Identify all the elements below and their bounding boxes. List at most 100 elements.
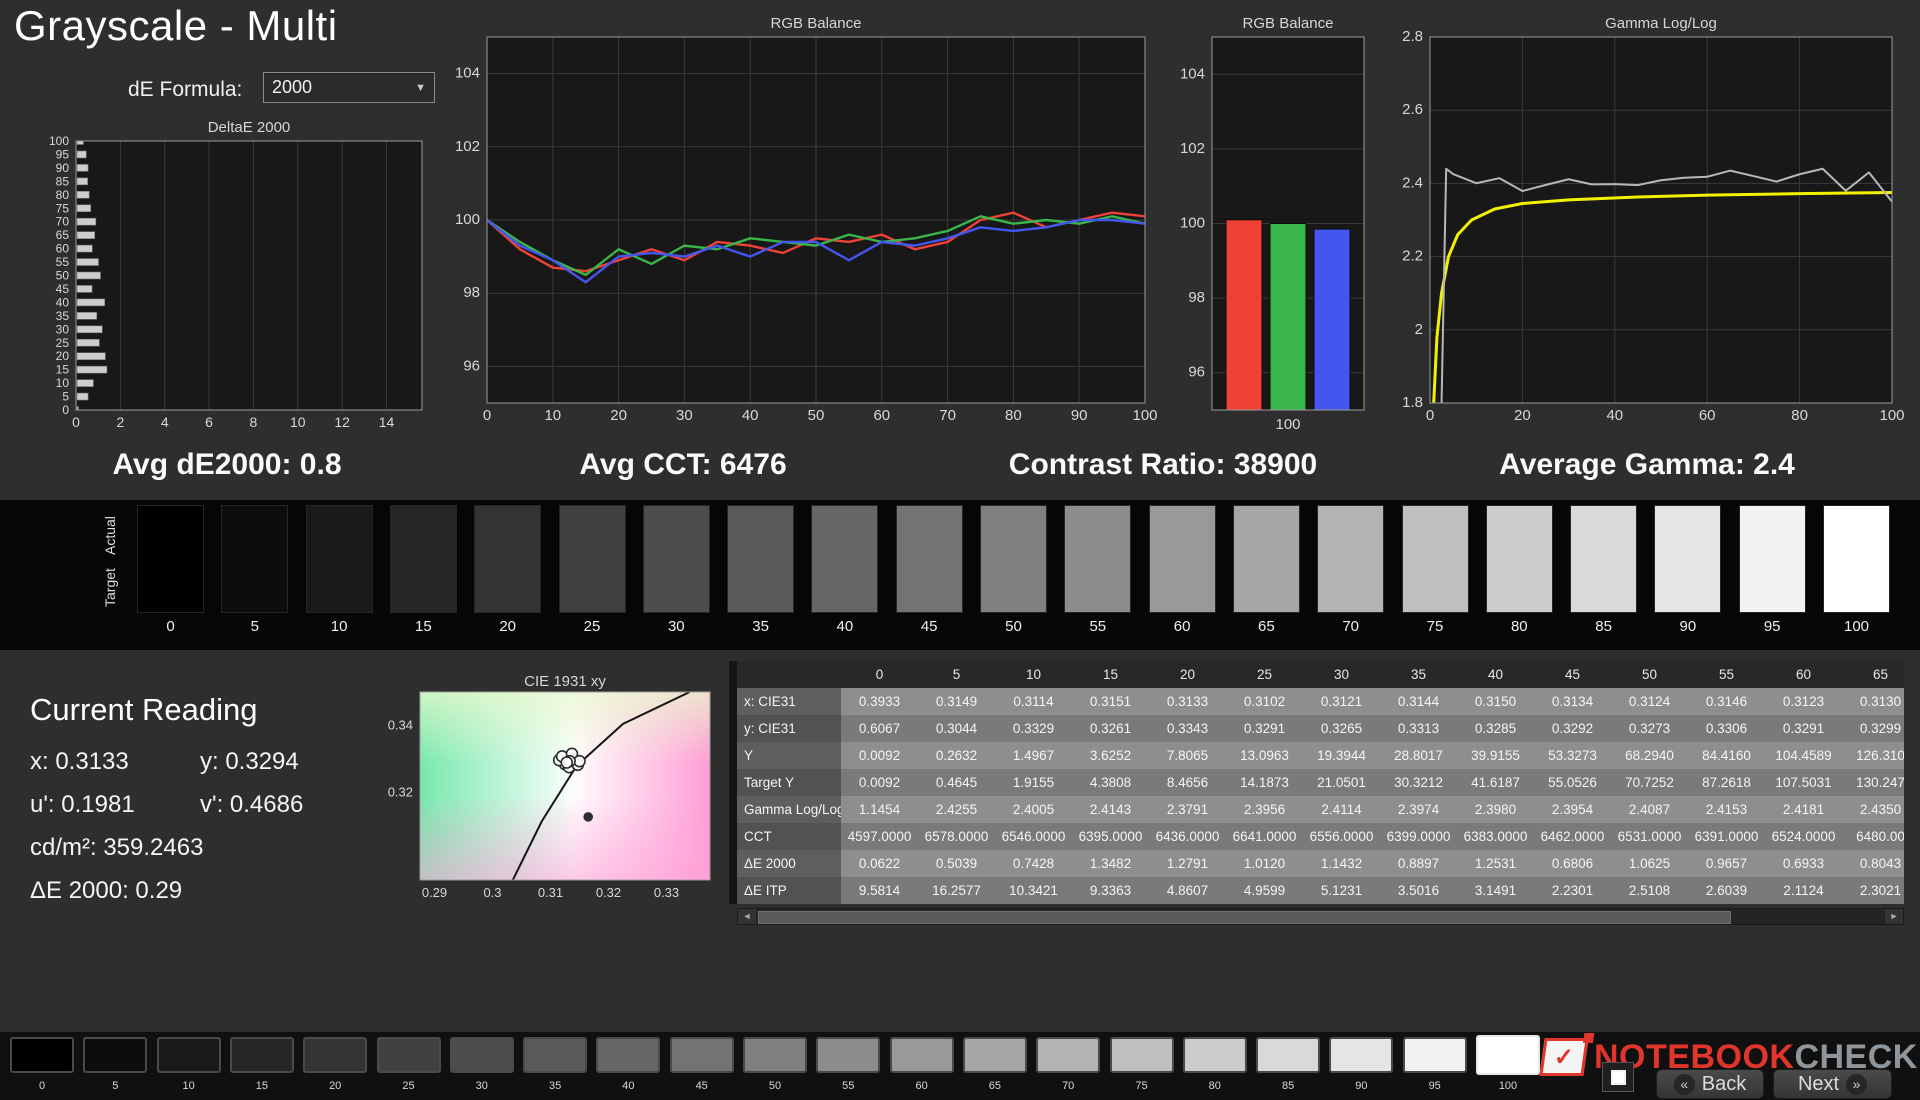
svg-text:100: 100 <box>1132 407 1157 424</box>
footer-patch-65[interactable] <box>962 1037 1027 1073</box>
footer-patch-30[interactable] <box>449 1037 514 1073</box>
measurement-table: 0 5 10 15 20 25 30 35 40 45 50 55 60 65 x: CIE31 0.3933… <box>729 661 1904 927</box>
de-formula-select[interactable]: 2000 ▼ <box>263 72 435 103</box>
scroll-left-icon[interactable]: ◄ <box>738 909 756 924</box>
ramp-patch-0 <box>137 505 204 613</box>
cell: 6578.0000 <box>918 823 995 850</box>
svg-text:15: 15 <box>56 363 70 377</box>
current-reading-title: Current Reading <box>30 692 258 727</box>
table-body: 0 5 10 15 20 25 30 35 40 45 50 55 60 65 x: CIE31 0.3933… <box>737 661 1904 904</box>
svg-text:100: 100 <box>1879 407 1904 424</box>
ramp-patch-80 <box>1485 505 1553 613</box>
table-left-grip <box>729 661 737 904</box>
svg-text:25: 25 <box>56 336 70 350</box>
back-button[interactable]: « Back <box>1656 1069 1764 1099</box>
cell: 6383.0000 <box>1457 823 1534 850</box>
cell: 2.3974 <box>1380 796 1457 823</box>
footer-patch-25[interactable] <box>376 1037 441 1073</box>
footer-patch-label: 95 <box>1428 1080 1441 1092</box>
cell: 55.0526 <box>1534 769 1611 796</box>
ramp-patch-label: 20 <box>499 618 517 635</box>
footer-patch-75[interactable] <box>1109 1037 1174 1073</box>
footer-patch-label: 45 <box>695 1080 708 1092</box>
ramp-patch-25 <box>558 505 626 613</box>
footer-patch-35[interactable] <box>523 1037 588 1073</box>
next-arrows-icon: » <box>1846 1073 1868 1095</box>
footer-patch-label: 85 <box>1281 1080 1295 1092</box>
footer-patch-20[interactable] <box>303 1037 368 1073</box>
footer-patch-80[interactable] <box>1182 1037 1247 1073</box>
row-label: CCT <box>737 823 841 850</box>
de-formula-value: 2000 <box>272 77 313 97</box>
svg-text:20: 20 <box>1514 407 1531 424</box>
svg-text:102: 102 <box>455 138 480 155</box>
ramp-actual-label: Actual <box>102 516 118 556</box>
cell: 0.8043 <box>1842 850 1904 877</box>
cell: 60 <box>1765 661 1842 688</box>
footer-patch-45[interactable] <box>669 1037 734 1073</box>
ramp-patch-70 <box>1317 505 1385 613</box>
svg-text:1.8: 1.8 <box>1402 394 1423 411</box>
ramp-patch-label: 35 <box>752 618 769 635</box>
footer-patch-label: 30 <box>475 1080 488 1092</box>
footer-patch-10[interactable] <box>156 1037 221 1073</box>
cell: 0.3133 <box>1149 688 1226 715</box>
svg-text:0: 0 <box>1426 407 1434 424</box>
cell: 25 <box>1226 661 1303 688</box>
svg-text:8: 8 <box>250 414 258 430</box>
cell: 6436.0000 <box>1149 823 1226 850</box>
cell: 0.3933 <box>841 688 918 715</box>
scrollbar-track[interactable] <box>756 909 1885 924</box>
footer-patch-50[interactable] <box>743 1037 807 1073</box>
svg-text:0.32: 0.32 <box>388 785 413 800</box>
footer-patch-0[interactable] <box>10 1037 74 1073</box>
ramp-patch-label: 70 <box>1342 618 1360 635</box>
square-icon-button[interactable] <box>1602 1062 1634 1092</box>
footer-patch-60[interactable] <box>889 1037 954 1073</box>
footer-patch-label: 15 <box>255 1080 269 1092</box>
footer-patch-90[interactable] <box>1329 1037 1394 1073</box>
cell: 10 <box>995 661 1072 688</box>
footer-patch-5[interactable] <box>83 1037 148 1073</box>
cell: 6531.0000 <box>1611 823 1688 850</box>
footer-patch-55[interactable] <box>816 1037 881 1073</box>
svg-text:DeltaE 2000: DeltaE 2000 <box>208 119 291 136</box>
footer-bar: 0 5 10 15 20 25 30 35 40 45 50 55 60 65 70 75 80 85 90 95 10… <box>0 1032 1920 1100</box>
cell: 28.8017 <box>1380 742 1457 769</box>
cell: 6391.0000 <box>1688 823 1765 850</box>
ramp-patch-100 <box>1823 505 1890 613</box>
cell: 21.0501 <box>1303 769 1380 796</box>
reading-x: x: 0.3133 <box>30 748 129 775</box>
footer-patch-15[interactable] <box>229 1037 294 1073</box>
cell: 0.2632 <box>918 742 995 769</box>
row-label <box>737 661 841 688</box>
cell: 0.3130 <box>1842 688 1904 715</box>
cell: 0.3151 <box>1072 688 1149 715</box>
footer-patch-85[interactable] <box>1256 1037 1321 1073</box>
scroll-right-icon[interactable]: ► <box>1885 909 1903 924</box>
cell: 2.3021 <box>1842 877 1904 904</box>
row-label: Target Y <box>737 769 841 796</box>
footer-patch-100[interactable] <box>1476 1035 1540 1075</box>
ramp-patch-95 <box>1738 505 1806 613</box>
ramp-patch-85 <box>1570 505 1638 613</box>
back-arrows-icon: « <box>1673 1073 1695 1095</box>
cell: 19.3944 <box>1303 742 1380 769</box>
scrollbar-thumb[interactable] <box>758 911 1731 924</box>
next-button[interactable]: Next » <box>1773 1069 1892 1099</box>
svg-text:4: 4 <box>161 414 169 430</box>
ramp-patch-75 <box>1401 505 1469 613</box>
footer-patch-70[interactable] <box>1036 1037 1101 1073</box>
ramp-patch-label: 85 <box>1595 618 1612 635</box>
table-scrollbar[interactable]: ◄ ► <box>737 908 1904 925</box>
cell: 40 <box>1457 661 1534 688</box>
footer-patch-40[interactable] <box>596 1037 661 1073</box>
cell: 0 <box>841 661 918 688</box>
svg-text:10: 10 <box>56 376 70 390</box>
footer-patch-95[interactable] <box>1402 1037 1467 1073</box>
cell: 15 <box>1072 661 1149 688</box>
cell: 0.3124 <box>1611 688 1688 715</box>
cell: 2.4005 <box>995 796 1072 823</box>
svg-text:30: 30 <box>676 407 693 424</box>
svg-text:2.2: 2.2 <box>1402 248 1423 265</box>
